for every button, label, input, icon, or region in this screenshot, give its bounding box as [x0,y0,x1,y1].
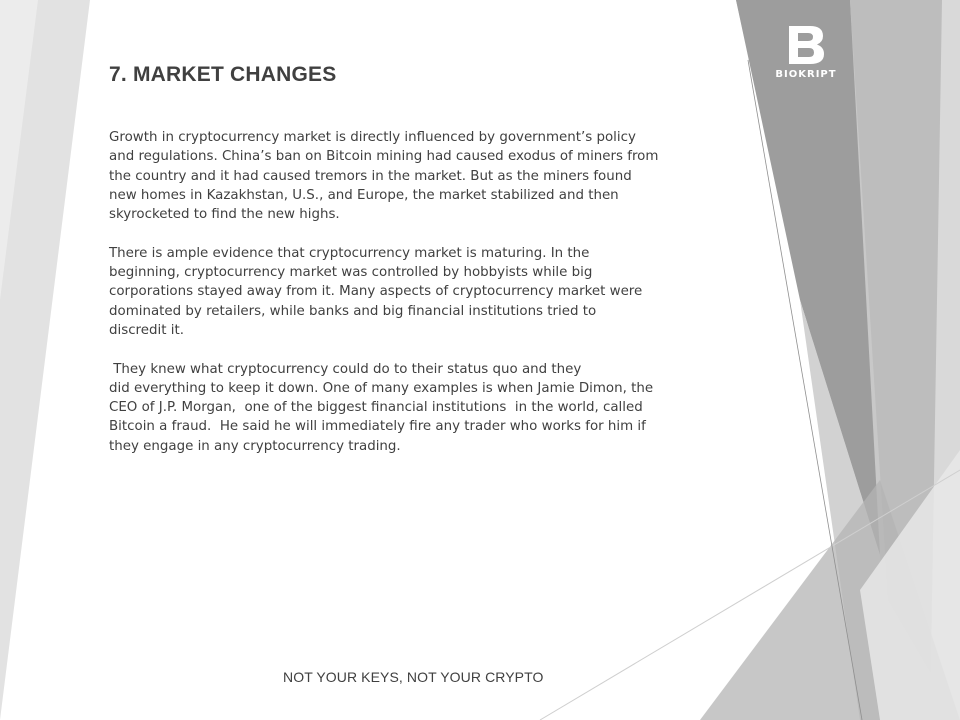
text-line: They knew what cryptocurrency could do t… [109,361,582,377]
paragraph-1: Growth in cryptocurrency market is direc… [109,128,709,224]
text-line: Growth in cryptocurrency market is direc… [109,130,636,145]
biokript-logo: BIOKRIPT [768,24,844,84]
slide-footer: NOT YOUR KEYS, NOT YOUR CRYPTO [283,669,544,685]
text-line: did everything to keep it down. One of m… [109,380,654,396]
slide: BIOKRIPT 7. MARKET CHANGES Growth in cry… [0,0,960,720]
slide-title: 7. MARKET CHANGES [109,63,337,86]
text-line: CEO of J.P. Morgan, one of the biggest f… [109,400,643,416]
logo-wordmark: BIOKRIPT [775,69,837,80]
text-line: the country and it had caused tremors in… [109,168,632,184]
text-line: discredit it. [109,322,184,338]
text-line: beginning, cryptocurrency market was con… [109,265,593,281]
text-line: and regulations. China’s ban on Bitcoin … [109,149,659,165]
paragraph-3: They knew what cryptocurrency could do t… [109,360,709,476]
text-line: skyrocketed to find the new highs. [109,207,340,223]
text-line: Bitcoin a fraud. He said he will immedia… [109,419,646,435]
text-line: corporations stayed away from it. Many a… [109,284,643,300]
paragraph-2: There is ample evidence that cryptocurre… [109,244,709,340]
logo-b-mark-icon [789,26,824,64]
text-line: new homes in Kazakhstan, U.S., and Europ… [109,187,619,203]
text-line: There is ample evidence that cryptocurre… [109,245,590,261]
slide-body: Growth in cryptocurrency market is direc… [109,128,709,495]
text-line: dominated by retailers, while banks and … [109,303,597,319]
text-line: they engage in any cryptocurrency tradin… [109,438,401,454]
